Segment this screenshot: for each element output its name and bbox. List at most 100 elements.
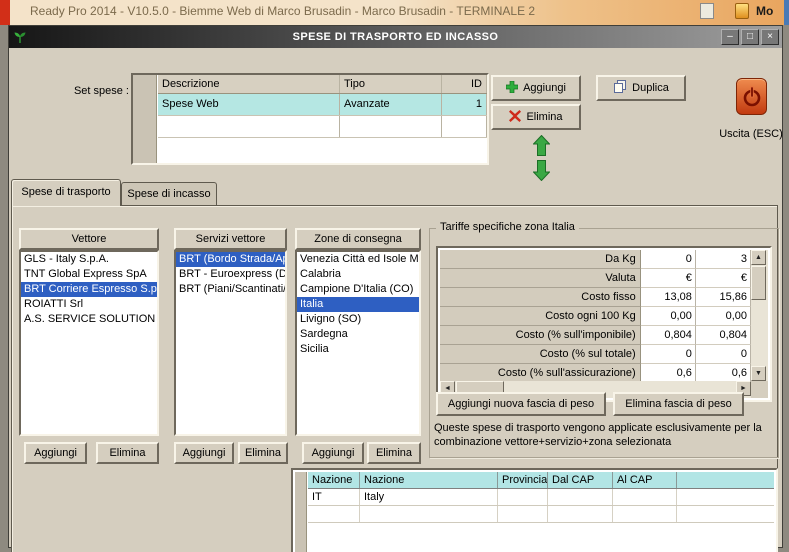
table-row[interactable]: Spese Web Avanzate 1 [158,94,487,116]
table-row-empty[interactable] [158,116,487,138]
move-down-button[interactable] [532,160,551,182]
zone-list[interactable]: Venezia Città ed Isole Mir Calabria Camp… [295,250,421,436]
cell-provincia[interactable] [498,489,548,505]
list-item-selected[interactable]: BRT Corriere Espresso S.p.A [21,282,157,297]
nazioni-table[interactable]: Nazione Nazione Provincia Dal CAP Al CAP… [291,468,778,552]
list-item[interactable]: Livigno (SO) [297,312,419,327]
tab-spese-di-trasporto[interactable]: Spese di trasporto [11,179,121,206]
tariffa-cell[interactable]: 0,6 [695,364,751,381]
tariffa-cell[interactable]: 0,00 [640,307,696,326]
set-spese-table[interactable]: Descrizione Tipo ID Spese Web Avanzate 1 [131,73,489,165]
list-item-selected[interactable]: BRT (Bordo Strada/Ap [176,252,285,267]
vertical-scroll-thumb[interactable] [751,266,766,300]
tariffa-cell[interactable]: 0 [640,250,696,269]
tariffe-table[interactable]: Da Kg 0 3 Valuta € € Costo fisso 13,08 1… [436,246,772,402]
list-item[interactable]: BRT (Piani/Scantinati/A [176,282,285,297]
arrow-down-icon [532,160,551,182]
duplica-button[interactable]: Duplica [596,75,686,101]
list-item[interactable]: Calabria [297,267,419,282]
empty-cell [548,506,613,522]
vettore-aggiungi-button[interactable]: Aggiungi [24,442,87,464]
tariffa-cell[interactable]: 3 [695,250,751,269]
empty-cell [442,116,487,137]
move-up-button[interactable] [532,134,551,157]
list-item[interactable]: Sicilia [297,342,419,357]
list-item[interactable]: Sardegna [297,327,419,342]
maximize-button[interactable]: □ [741,29,759,45]
dialog-titlebar[interactable]: SPESE DI TRASPORTO ED INCASSO – □ × [9,26,782,48]
tariffa-cell[interactable]: 0,6 [640,364,696,381]
tariffe-group-title: Tariffe specifiche zona Italia [436,221,579,233]
dialog-spese-trasporto: SPESE DI TRASPORTO ED INCASSO – □ × Set … [8,25,783,552]
empty-cell [677,506,774,522]
tariffa-row-label: Costo (% sull'imponibile) [440,326,641,345]
zone-elimina-button[interactable]: Elimina [367,442,421,464]
cell-nazione-nome[interactable]: Italy [360,489,498,505]
cell-id[interactable]: 1 [442,94,487,115]
elimina-set-label: Elimina [526,111,563,123]
aggiungi-fascia-button[interactable]: Aggiungi nuova fascia di peso [436,392,606,416]
column-header: Descrizione [158,75,340,93]
column-header: ID [442,75,487,93]
table-row-empty[interactable] [308,506,774,523]
empty-cell [158,116,340,137]
zone-aggiungi-button[interactable]: Aggiungi [302,442,364,464]
vettore-list[interactable]: GLS - Italy S.p.A. TNT Global Express Sp… [19,250,159,436]
aggiungi-set-button[interactable]: Aggiungi [491,75,581,101]
elimina-fascia-button[interactable]: Elimina fascia di peso [613,392,744,416]
elimina-set-button[interactable]: Elimina [491,104,581,130]
tariffa-cell[interactable]: € [695,269,751,288]
tariffa-cell[interactable]: 13,08 [640,288,696,307]
duplica-label: Duplica [632,82,669,94]
tariffa-cell[interactable]: 0,804 [640,326,696,345]
tab-content: Vettore GLS - Italy S.p.A. TNT Global Ex… [11,205,779,552]
tariffa-row: Costo fisso 13,08 15,86 [440,288,751,307]
cell-descrizione[interactable]: Spese Web [158,94,340,115]
column-header: Nazione [308,472,360,488]
tab-spese-di-incasso[interactable]: Spese di incasso [121,182,217,206]
list-item[interactable]: Campione D'Italia (CO) [297,282,419,297]
close-button[interactable]: × [761,29,779,45]
cell-dal-cap[interactable] [548,489,613,505]
column-header: Nazione [360,472,498,488]
exit-button[interactable] [736,78,767,115]
set-spese-label: Set spese : [73,85,129,97]
list-item[interactable]: TNT Global Express SpA [21,267,157,282]
background-corner-text: Mo [756,4,774,18]
vertical-scrollbar[interactable]: ▲ ▼ [751,250,768,381]
list-item-selected[interactable]: Italia [297,297,419,312]
background-desktop-icon [735,3,749,19]
tariffa-cell[interactable]: € [640,269,696,288]
cell-tipo[interactable]: Avanzate [340,94,442,115]
cell-nazione-codice[interactable]: IT [308,489,360,505]
list-item[interactable]: A.S. SERVICE SOLUTION S. [21,312,157,327]
tariffa-row-label: Valuta [440,269,641,288]
scroll-up-button[interactable]: ▲ [751,250,766,265]
servizi-elimina-button[interactable]: Elimina [238,442,288,464]
dialog-title: SPESE DI TRASPORTO ED INCASSO [292,31,499,43]
vettore-elimina-button[interactable]: Elimina [96,442,159,464]
servizi-aggiungi-button[interactable]: Aggiungi [174,442,234,464]
row-selector-column [295,472,307,552]
tariffa-cell[interactable]: 0,804 [695,326,751,345]
tariffa-row: Valuta € € [440,269,751,288]
tariffa-cell[interactable]: 0,00 [695,307,751,326]
power-icon [743,86,760,106]
list-item[interactable]: GLS - Italy S.p.A. [21,252,157,267]
minimize-button[interactable]: – [721,29,739,45]
tariffa-row-label: Costo (% sull'assicurazione) [440,364,641,381]
column-header: Tipo [340,75,442,93]
list-item[interactable]: ROIATTI Srl [21,297,157,312]
scroll-down-button[interactable]: ▼ [751,366,766,381]
tariffa-cell[interactable]: 15,86 [695,288,751,307]
list-item[interactable]: BRT - Euroexpress (Do [176,267,285,282]
table-row[interactable]: IT Italy [308,489,774,506]
cell-al-cap[interactable] [613,489,677,505]
tariffa-cell[interactable]: 0 [695,345,751,364]
tariffa-cell[interactable]: 0 [640,345,696,364]
tariffa-row: Costo (% sul totale) 0 0 [440,345,751,364]
red-x-icon [509,109,522,125]
column-header: Al CAP [613,472,677,488]
servizi-list[interactable]: BRT (Bordo Strada/Ap BRT - Euroexpress (… [174,250,287,436]
list-item[interactable]: Venezia Città ed Isole Mir [297,252,419,267]
